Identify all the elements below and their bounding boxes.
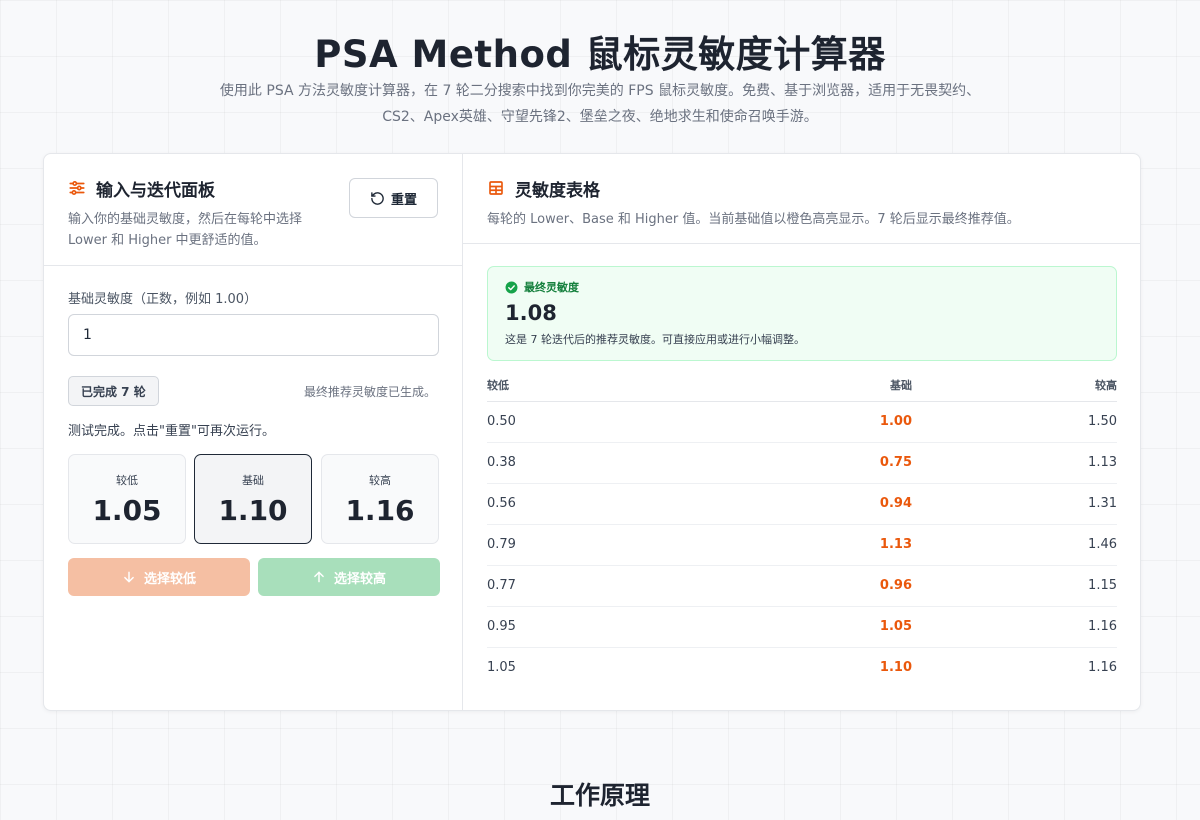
cell-low: 0.77 [487, 565, 707, 607]
cell-base: 1.10 [879, 660, 912, 676]
column-header-high: 较高 [912, 369, 1117, 402]
reset-label: 重置 [390, 192, 417, 208]
cell-high: 1.16 [1088, 660, 1117, 676]
cell-high: 1.31 [912, 483, 1117, 525]
table-row: 0.77 0.96 1.15 [487, 565, 1117, 607]
round-note: 最终推荐灵敏度已生成。 [303, 385, 436, 399]
cell-base: 0.75 [707, 442, 912, 484]
cell-high: 1.16 [912, 606, 1117, 648]
table-grid-icon [487, 179, 507, 199]
lower-value-box: 较低 1.05 [68, 454, 186, 544]
table-row: 0.79 1.13 1.46 [487, 524, 1117, 566]
table-row: 0.50 1.00 1.50 [487, 401, 1117, 443]
cell-low: 0.79 [487, 524, 707, 566]
table-panel-header: 灵敏度表格 每轮的 Lower、Base 和 Higher 值。当前基础值以橙色… [463, 154, 1140, 244]
choose-higher-label: 选择较高 [333, 571, 386, 587]
cell-low: 0.50 [487, 401, 707, 443]
how-it-works-heading: 工作原理 [549, 781, 650, 810]
cell-high: 1.15 [912, 565, 1117, 607]
higher-value: 1.16 [345, 494, 415, 527]
table-row: 0.38 0.75 1.13 [487, 442, 1117, 484]
choose-lower-label: 选择较低 [143, 571, 196, 587]
input-panel-title: 输入与迭代面板 [96, 181, 215, 201]
table-panel-title: 灵敏度表格 [515, 181, 600, 201]
cell-low: 1.05 [487, 660, 516, 676]
cell-base: 1.00 [707, 401, 912, 443]
input-panel: 输入与迭代面板 输入你的基础灵敏度，然后在每轮中选择 Lower 和 Highe… [44, 154, 463, 710]
final-description: 这是 7 轮迭代后的推荐灵敏度。可直接应用或进行小幅调整。 [505, 333, 805, 346]
calculator-card: 输入与迭代面板 输入你的基础灵敏度，然后在每轮中选择 Lower 和 Highe… [43, 153, 1141, 711]
reset-button[interactable]: 重置 [349, 178, 438, 218]
final-sensitivity-box: 最终灵敏度 1.08 这是 7 轮迭代后的推荐灵敏度。可直接应用或进行小幅调整。 [487, 266, 1117, 361]
page-description: 使用此 PSA 方法灵敏度计算器，在 7 轮二分搜索中找到你完美的 FPS 鼠标… [219, 83, 981, 125]
base-value: 1.10 [218, 494, 288, 527]
arrow-up-icon [314, 571, 324, 583]
higher-value-box: 较高 1.16 [321, 454, 439, 544]
input-panel-header: 输入与迭代面板 输入你的基础灵敏度，然后在每轮中选择 Lower 和 Highe… [44, 154, 462, 266]
arrow-down-icon [124, 571, 134, 583]
cell-high: 1.46 [912, 524, 1117, 566]
lower-label: 较低 [116, 474, 138, 487]
cell-low: 0.38 [487, 442, 707, 484]
cell-base: 0.94 [707, 483, 912, 525]
sensitivity-table: 较低 基础 较高 0.50 1.00 1.50 0.38 0.75 1.13 0… [487, 369, 1117, 688]
cell-high: 1.13 [912, 442, 1117, 484]
round-badge: 已完成 7 轮 [68, 376, 159, 406]
rotate-ccw-icon [371, 191, 384, 205]
column-header-low: 较低 [487, 369, 707, 402]
table-row: 0.95 1.05 1.16 [487, 606, 1117, 648]
higher-label: 较高 [369, 474, 391, 487]
lower-value: 1.05 [92, 494, 162, 527]
choose-lower-button[interactable]: 选择较低 [68, 558, 250, 596]
final-value: 1.08 [505, 301, 557, 325]
base-sensitivity-input[interactable] [68, 314, 439, 356]
cell-base: 0.96 [707, 565, 912, 607]
table-panel-subtitle: 每轮的 Lower、Base 和 Higher 值。当前基础值以橙色高亮显示。7… [487, 212, 1020, 227]
base-sensitivity-label: 基础灵敏度（正数，例如 1.00） [68, 292, 258, 307]
table-header-row: 较低 基础 较高 [487, 369, 1117, 402]
table-row: 0.56 0.94 1.31 [487, 483, 1117, 525]
page-title: PSA Method 鼠标灵敏度计算器 [314, 33, 886, 76]
cell-low: 0.56 [487, 483, 707, 525]
final-label: 最终灵敏度 [524, 281, 579, 294]
cell-base: 1.05 [707, 606, 912, 648]
column-header-base: 基础 [707, 369, 912, 402]
status-text: 测试完成。点击"重置"可再次运行。 [68, 424, 275, 439]
sliders-icon [68, 179, 88, 199]
cell-high: 1.50 [912, 401, 1117, 443]
cell-base: 1.13 [707, 524, 912, 566]
table-panel: 灵敏度表格 每轮的 Lower、Base 和 Higher 值。当前基础值以橙色… [463, 154, 1140, 710]
base-value-box: 基础 1.10 [194, 454, 312, 544]
cell-low: 0.95 [487, 606, 707, 648]
input-panel-subtitle: 输入你的基础灵敏度，然后在每轮中选择 Lower 和 Higher 中更舒适的值… [68, 212, 303, 248]
base-label: 基础 [242, 474, 264, 487]
check-circle-icon [505, 281, 518, 293]
choose-higher-button[interactable]: 选择较高 [258, 558, 440, 596]
table-row: 1.05 1.10 1.16 [487, 647, 1117, 688]
